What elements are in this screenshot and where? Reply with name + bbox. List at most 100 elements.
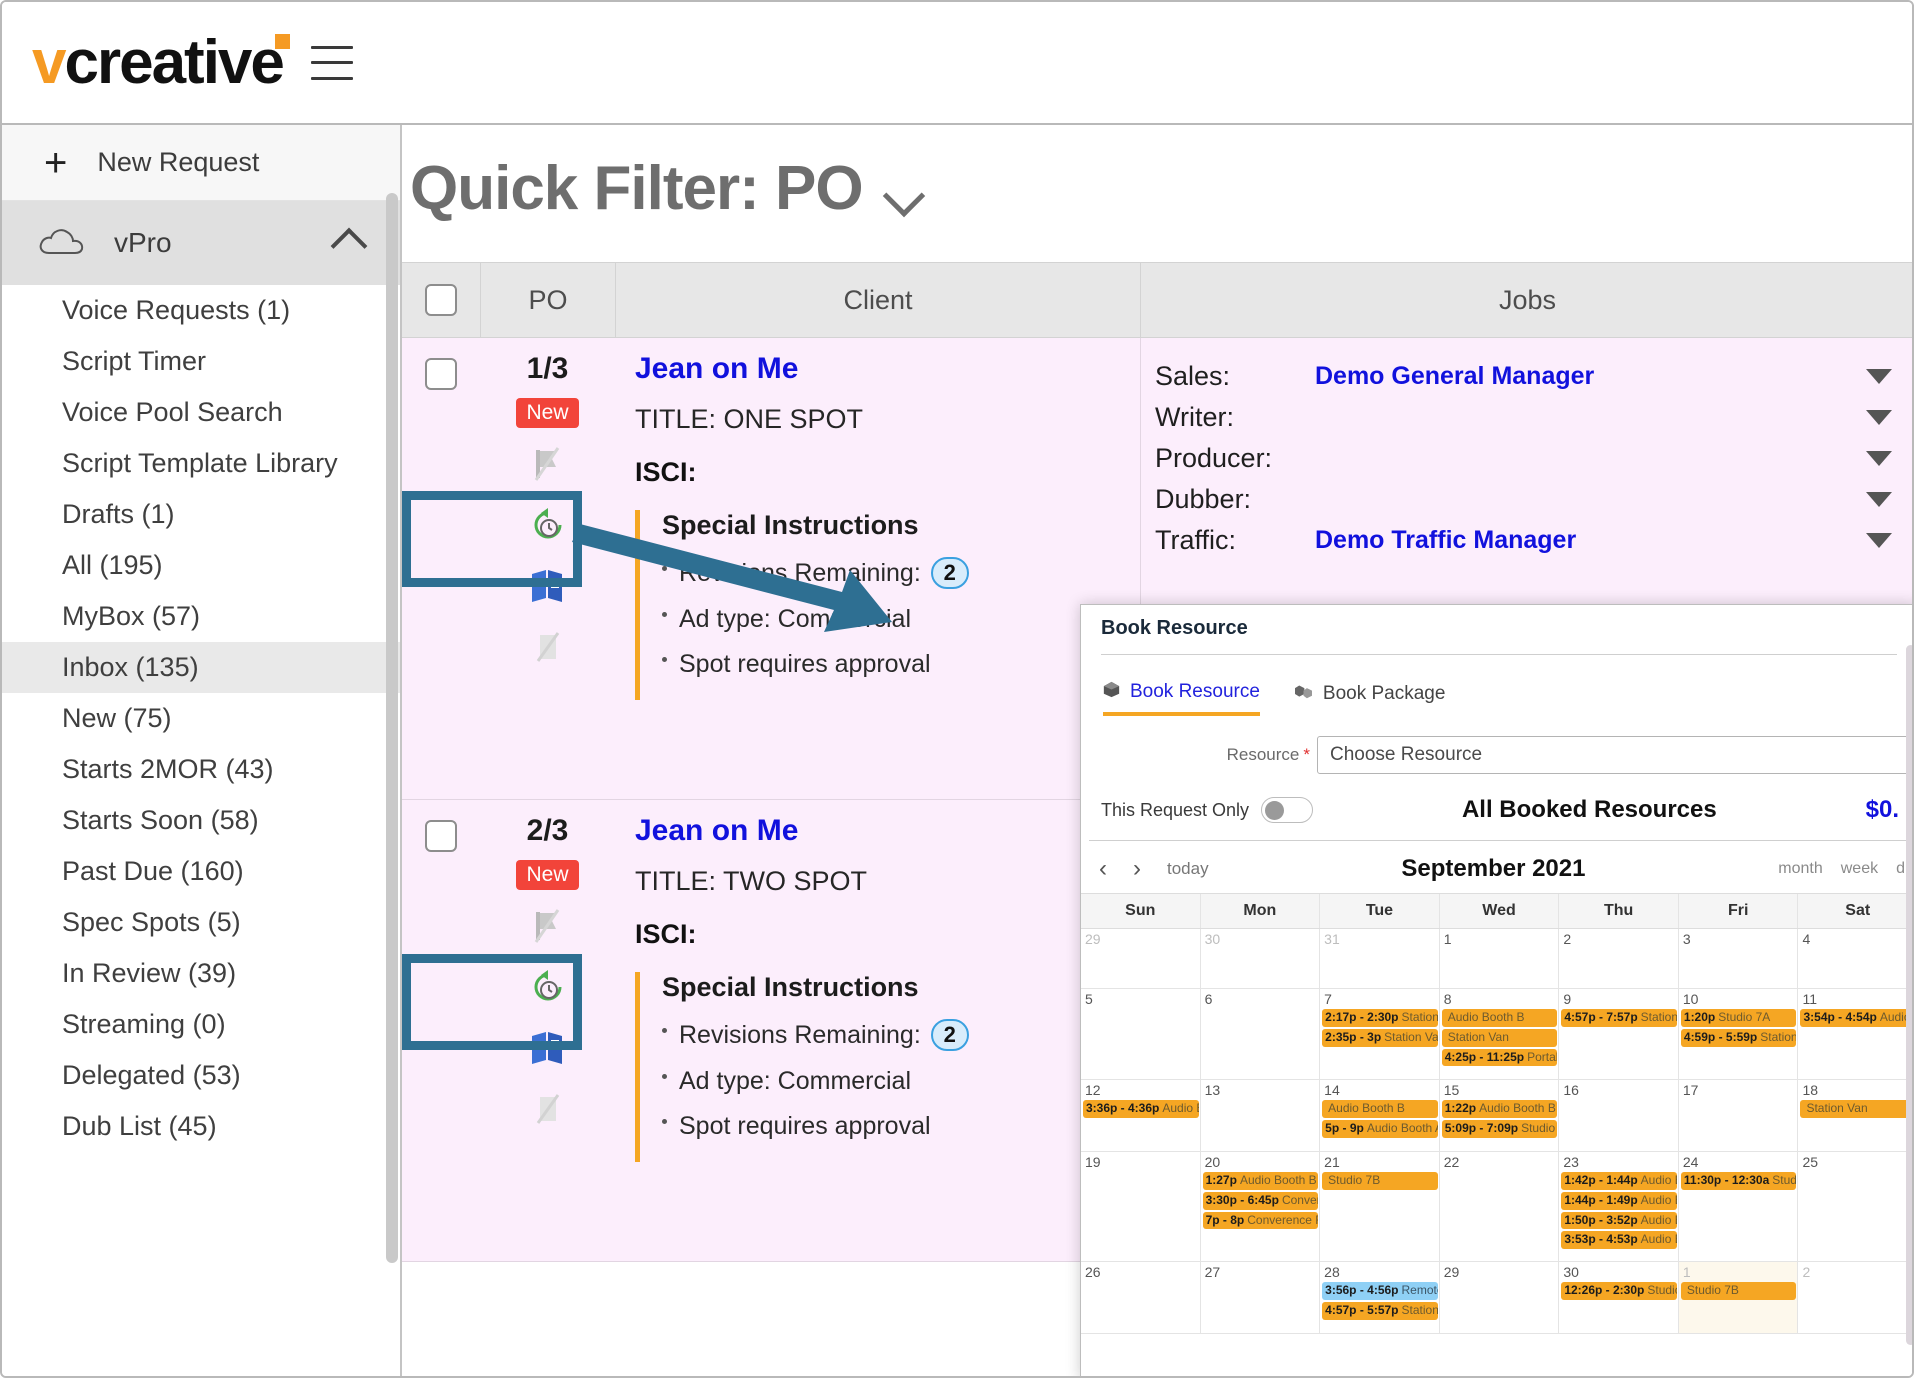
sidebar-item-streaming[interactable]: Streaming (0) [2, 999, 400, 1050]
sidebar-item-voice-pool-search[interactable]: Voice Pool Search [2, 387, 400, 438]
select-all-checkbox[interactable] [425, 284, 457, 316]
calendar-day-cell[interactable]: 283:56p - 4:56pRemote Clie4:57p - 5:57pS… [1319, 1262, 1439, 1333]
calendar-day-cell[interactable]: 5 [1081, 989, 1200, 1079]
calendar-event[interactable]: 3:56p - 4:56pRemote Clie [1322, 1282, 1438, 1300]
calendar-day-cell[interactable]: 14 Audio Booth B 5p - 9p Audio Booth A [1319, 1080, 1439, 1151]
calendar-event[interactable]: 11:30p - 12:30aStudio 7B [1680, 1172, 1797, 1190]
calendar-day-cell[interactable]: 19 [1081, 1152, 1200, 1261]
calendar-day-cell[interactable]: 8 Audio Booth B Station Van 4:25p - 11:25p P… [1438, 989, 1559, 1079]
sidebar-item-spec-spots[interactable]: Spec Spots (5) [2, 897, 400, 948]
sidebar-item-script-template-library[interactable]: Script Template Library [2, 438, 400, 489]
sidebar-item-voice-requests[interactable]: Voice Requests (1) [2, 285, 400, 336]
sidebar-item-mybox[interactable]: MyBox (57) [2, 591, 400, 642]
calendar-next-button[interactable]: › [1133, 855, 1141, 883]
calendar-event[interactable]: Audio Booth B [1322, 1100, 1438, 1118]
calendar-day-cell[interactable]: 9 4:57p - 7:57pStation Van [1558, 989, 1678, 1079]
calendar-day-cell[interactable]: 21 Studio 7B [1319, 1152, 1439, 1261]
flag-icon[interactable] [528, 447, 568, 488]
calendar-day-cell[interactable]: 22 [1438, 1152, 1559, 1261]
calendar-event[interactable]: 5p - 9p Audio Booth A [1322, 1119, 1438, 1138]
calendar-day-cell[interactable]: 15 1:22p Audio Booth B 5:09p - 7:09p Studio … [1438, 1080, 1559, 1151]
calendar-day-cell[interactable]: 1 [1438, 929, 1559, 988]
calendar-event[interactable]: Studio 7B [1322, 1172, 1438, 1190]
sidebar-item-all[interactable]: All (195) [2, 540, 400, 591]
calendar-day-cell[interactable]: 201:27pAudio Booth B3:30p - 6:45pConvere… [1199, 1152, 1320, 1261]
calendar-day-cell[interactable]: 16 [1558, 1080, 1678, 1151]
hamburger-icon[interactable] [310, 45, 353, 80]
resource-input[interactable]: Choose Resource [1317, 736, 1912, 774]
book-resource-icon[interactable] [526, 1032, 570, 1072]
calendar-prev-button[interactable]: ‹ [1099, 855, 1107, 883]
calendar-event[interactable]: 2:17p - 2:30pStation Van [1322, 1009, 1438, 1027]
chevron-down-icon[interactable] [1866, 369, 1892, 384]
view-week-button[interactable]: week [1841, 860, 1878, 878]
calendar-event[interactable]: 7p - 8pConverence Room [1202, 1211, 1319, 1230]
job-assignee-link[interactable]: Demo Traffic Manager [1315, 526, 1866, 555]
calendar-day-cell[interactable]: 31 [1319, 929, 1439, 988]
sidebar-item-past-due[interactable]: Past Due (160) [2, 846, 400, 897]
calendar-day-cell[interactable]: 72:17p - 2:30pStation Van2:35p - 3pStati… [1319, 989, 1439, 1079]
calendar-day-cell[interactable]: 231:42p - 1:44pAudio Booth1:44p - 1:49pA… [1558, 1152, 1678, 1261]
sidebar-scrollbar[interactable] [386, 193, 398, 1263]
calendar-event[interactable]: 1:20p Studio 7A [1680, 1009, 1797, 1027]
sidebar-item-starts-soon[interactable]: Starts Soon (58) [2, 795, 400, 846]
calendar-event[interactable]: 4:25p - 11:25pPortable A [1441, 1048, 1558, 1067]
calendar-day-cell[interactable]: 25 [1797, 1152, 1912, 1261]
calendar-event[interactable]: Station Van [1441, 1028, 1558, 1047]
note-strike-icon[interactable] [528, 632, 568, 671]
row-checkbox[interactable] [425, 358, 457, 390]
sidebar-item-in-review[interactable]: In Review (39) [2, 948, 400, 999]
calendar-day-cell[interactable]: 101:20pStudio 7A4:59p - 5:59pStation Van [1677, 989, 1798, 1079]
calendar-day-cell[interactable]: 29 [1081, 929, 1200, 988]
calendar-event[interactable]: 3:36p - 4:36pAudio Booth [1083, 1100, 1199, 1118]
new-request-button[interactable]: + New Request [2, 125, 400, 201]
calendar-event[interactable]: 5:09p - 7:09pStudio 7B [1441, 1119, 1558, 1138]
history-clock-icon[interactable] [528, 970, 568, 1011]
calendar-day-cell[interactable]: 3 [1677, 929, 1798, 988]
chevron-up-icon[interactable] [330, 227, 368, 265]
calendar-day-cell[interactable]: 17 [1677, 1080, 1798, 1151]
sidebar-item-dub-list[interactable]: Dub List (45) [2, 1101, 400, 1152]
calendar-event[interactable]: Audio Booth B [1441, 1009, 1558, 1027]
calendar-day-cell[interactable]: 18 Station Van [1797, 1080, 1912, 1151]
calendar-event[interactable]: 1:22p Audio Booth B [1441, 1100, 1558, 1118]
chevron-down-icon[interactable] [1866, 492, 1892, 507]
calendar-day-cell[interactable]: 30 12:26p - 2:30pStudio 7B [1558, 1262, 1678, 1333]
sidebar-item-inbox[interactable]: Inbox (135) [2, 642, 400, 693]
calendar-day-cell[interactable]: 24 11:30p - 12:30aStudio 7B [1677, 1152, 1798, 1261]
sidebar-item-script-timer[interactable]: Script Timer [2, 336, 400, 387]
calendar-event[interactable]: 4:57p - 5:57pStation Van [1322, 1301, 1438, 1320]
calendar-day-cell[interactable]: 11 3:54p - 4:54pAudio Booth B [1797, 989, 1912, 1079]
chevron-down-icon[interactable] [1866, 451, 1892, 466]
calendar-day-cell[interactable]: 1 Studio 7B [1677, 1262, 1798, 1333]
sidebar-item-delegated[interactable]: Delegated (53) [2, 1050, 400, 1101]
calendar-event[interactable]: 1:44p - 1:49pAudio Booth [1561, 1191, 1677, 1210]
chevron-down-icon[interactable] [882, 174, 925, 217]
calendar-event[interactable]: 3:53p - 4:53pAudio Booth [1561, 1231, 1677, 1250]
calendar-event[interactable]: 4:57p - 7:57pStation Van [1561, 1009, 1677, 1027]
chevron-down-icon[interactable] [1866, 533, 1892, 548]
calendar-day-cell[interactable]: 30 [1199, 929, 1320, 988]
book-resource-icon[interactable] [526, 570, 570, 610]
client-name-link[interactable]: Jean on Me [635, 814, 1140, 848]
calendar-event[interactable]: 1:42p - 1:44pAudio Booth [1561, 1172, 1677, 1190]
tab-book-resource[interactable]: Book Resource [1103, 681, 1260, 716]
chevron-down-icon[interactable] [1866, 410, 1892, 425]
calendar-event[interactable]: 4:59p - 5:59pStation Van [1680, 1028, 1797, 1047]
calendar-event[interactable]: 3:30p - 6:45pConverence [1202, 1191, 1319, 1210]
row-checkbox[interactable] [425, 820, 457, 852]
calendar-day-cell[interactable]: 12 3:36p - 4:36pAudio Booth [1081, 1080, 1200, 1151]
calendar-event[interactable]: Studio 7B [1680, 1282, 1797, 1300]
calendar-today-button[interactable]: today [1167, 859, 1209, 879]
sidebar-item-starts-2mor[interactable]: Starts 2MOR (43) [2, 744, 400, 795]
view-month-button[interactable]: month [1778, 860, 1822, 878]
calendar-day-cell[interactable]: 29 [1438, 1262, 1559, 1333]
sidebar-item-new[interactable]: New (75) [2, 693, 400, 744]
calendar-event[interactable]: 12:26p - 2:30pStudio 7B [1561, 1282, 1677, 1300]
sidebar-section-vpro[interactable]: vPro [2, 201, 400, 285]
flag-icon[interactable] [528, 909, 568, 950]
calendar-event[interactable]: Station Van [1800, 1100, 1912, 1118]
tab-book-package[interactable]: Book Package [1294, 681, 1445, 716]
calendar-day-cell[interactable]: 2 [1797, 1262, 1912, 1333]
calendar-day-cell[interactable]: 6 [1199, 989, 1320, 1079]
